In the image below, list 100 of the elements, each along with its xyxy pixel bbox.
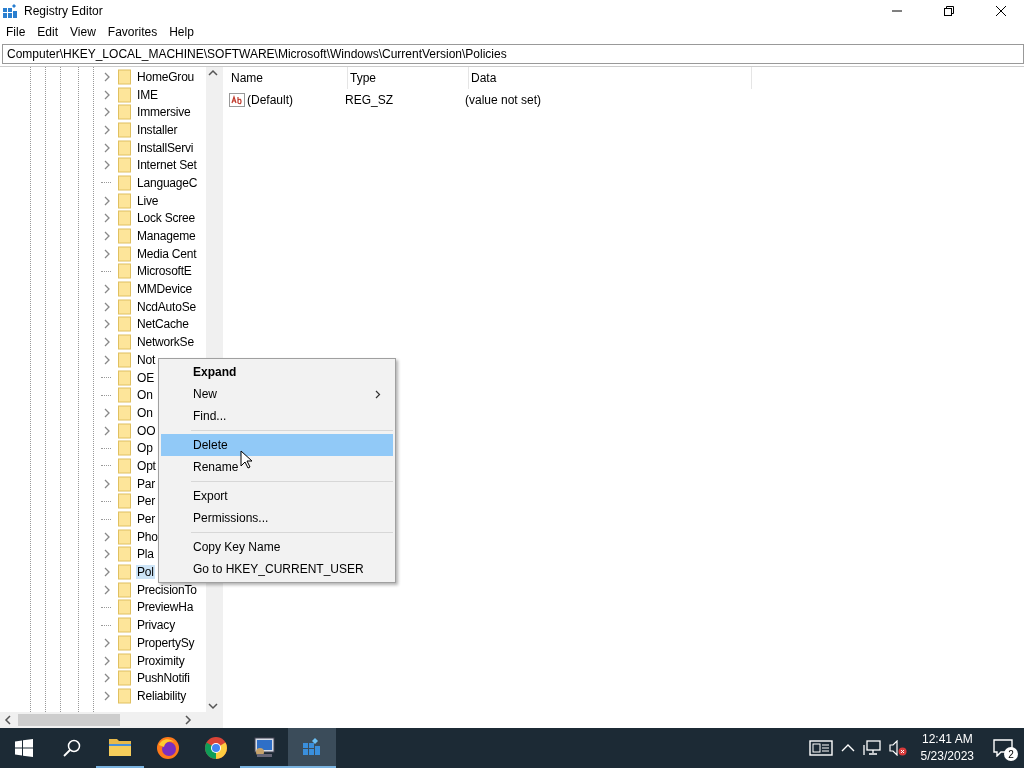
folder-icon: [118, 475, 131, 492]
clock[interactable]: 12:41 AM 5/23/2023: [914, 731, 980, 765]
folder-icon: [118, 228, 131, 245]
scrollbar-thumb[interactable]: [18, 714, 120, 726]
tree-item[interactable]: PropertySy: [136, 635, 196, 650]
folder-icon: [118, 351, 131, 368]
tree-item[interactable]: LanguageC: [136, 175, 199, 190]
column-header[interactable]: Type: [348, 67, 469, 89]
tree-item[interactable]: Internet Set: [136, 158, 198, 173]
tree-item[interactable]: NetCache: [136, 317, 190, 332]
tree-item[interactable]: MicrosoftE: [136, 264, 193, 279]
folder-icon: [118, 422, 131, 439]
volume-muted-icon[interactable]: [888, 740, 907, 756]
tree-item[interactable]: MMDevice: [136, 282, 194, 297]
scroll-left-icon[interactable]: [2, 714, 14, 726]
menu-item[interactable]: Edit: [31, 25, 65, 39]
windows-logo-icon: [15, 739, 33, 757]
tree-item[interactable]: Per: [136, 494, 157, 509]
network-icon[interactable]: [862, 740, 881, 756]
folder-icon: [118, 334, 131, 351]
notification-badge: 2: [1004, 747, 1018, 761]
tree-item[interactable]: Pla: [136, 547, 155, 562]
tree-item[interactable]: NetworkSe: [136, 335, 195, 350]
folder-icon: [118, 121, 131, 138]
tree-item[interactable]: Per: [136, 512, 157, 527]
scroll-down-icon[interactable]: [207, 700, 219, 712]
menu-item[interactable]: File: [0, 25, 32, 39]
tree-item[interactable]: Lock Scree: [136, 211, 197, 226]
tree-item[interactable]: InstallServi: [136, 140, 195, 155]
folder-icon: [118, 298, 131, 315]
tree-item[interactable]: Par: [136, 476, 157, 491]
tree-item[interactable]: NcdAutoSe: [136, 299, 197, 314]
tree-item[interactable]: On: [136, 388, 154, 403]
tree-item[interactable]: Pol: [136, 565, 155, 580]
context-menu-item[interactable]: Find...: [161, 405, 393, 427]
window-title: Registry Editor: [24, 4, 103, 18]
folder-icon: [118, 387, 131, 404]
value-type: REG_SZ: [345, 93, 394, 107]
notification-icon[interactable]: [993, 739, 1013, 757]
folder-icon: [118, 68, 131, 85]
tree-item[interactable]: Pho: [136, 529, 159, 544]
address-field[interactable]: Computer\HKEY_LOCAL_MACHINE\SOFTWARE\Microsoft\Windows\CurrentVersion\Policies: [2, 44, 1024, 64]
folder-icon: [118, 157, 131, 174]
folder-icon: [118, 564, 131, 581]
folder-icon: [118, 511, 131, 528]
close-icon: [996, 6, 1006, 16]
firefox-icon: [156, 736, 180, 760]
folder-icon: [118, 687, 131, 704]
folder-icon: [118, 281, 131, 298]
context-menu-item[interactable]: Expand: [161, 361, 393, 383]
column-header[interactable]: Name: [229, 67, 348, 89]
context-menu-item[interactable]: Export: [161, 485, 393, 507]
folder-icon: [118, 652, 131, 669]
context-menu-item[interactable]: New: [161, 383, 393, 405]
tree-item[interactable]: Op: [136, 441, 154, 456]
column-header[interactable]: Data: [469, 67, 752, 89]
tree-item[interactable]: OE: [136, 370, 155, 385]
tree-item[interactable]: Installer: [136, 122, 179, 137]
value-data: (value not set): [465, 93, 543, 107]
tree-item[interactable]: Opt: [136, 458, 157, 473]
tree-item[interactable]: Reliability: [136, 688, 188, 703]
folder-icon: [118, 528, 131, 545]
menu-item[interactable]: View: [64, 25, 102, 39]
value-name: (Default): [247, 93, 293, 107]
context-menu-item[interactable]: Rename: [161, 456, 393, 478]
tree-item[interactable]: PushNotifi: [136, 671, 191, 686]
tree-item[interactable]: Proximity: [136, 653, 186, 668]
folder-icon: [118, 599, 131, 616]
menu-item[interactable]: Favorites: [101, 25, 164, 39]
folder-icon: [118, 369, 131, 386]
tree-item[interactable]: PreviewHa: [136, 600, 195, 615]
context-menu-item[interactable]: Delete: [161, 434, 393, 456]
tree-item[interactable]: Manageme: [136, 229, 197, 244]
context-menu-item[interactable]: Go to HKEY_CURRENT_USER: [161, 558, 393, 580]
context-menu-item[interactable]: Copy Key Name: [161, 536, 393, 558]
tree-item[interactable]: Live: [136, 193, 160, 208]
tree-item[interactable]: On: [136, 405, 154, 420]
folder-icon: [118, 634, 131, 651]
tree-item[interactable]: HomeGrou: [136, 69, 196, 84]
scroll-right-icon[interactable]: [182, 714, 194, 726]
menu-item[interactable]: Help: [163, 25, 200, 39]
context-menu-item[interactable]: Permissions...: [161, 507, 393, 529]
folder-icon: [118, 263, 131, 280]
search-icon: [63, 739, 81, 757]
chevron-up-icon[interactable]: [840, 743, 855, 753]
folder-icon: [118, 316, 131, 333]
tree-item[interactable]: Not: [136, 352, 157, 367]
tree-item[interactable]: IME: [136, 87, 159, 102]
folder-icon: [118, 581, 131, 598]
news-icon[interactable]: [808, 740, 833, 756]
time-text: 12:41 AM: [921, 731, 973, 748]
folder-icon: [118, 546, 131, 563]
tree-item[interactable]: Privacy: [136, 618, 176, 633]
tree-item[interactable]: Media Cent: [136, 246, 198, 261]
folder-icon: [118, 104, 131, 121]
folder-icon: [118, 617, 131, 634]
tree-item[interactable]: PrecisionTo: [136, 582, 198, 597]
folder-icon: [118, 457, 131, 474]
tree-item[interactable]: Immersive: [136, 105, 192, 120]
tree-item[interactable]: OO: [136, 423, 157, 438]
